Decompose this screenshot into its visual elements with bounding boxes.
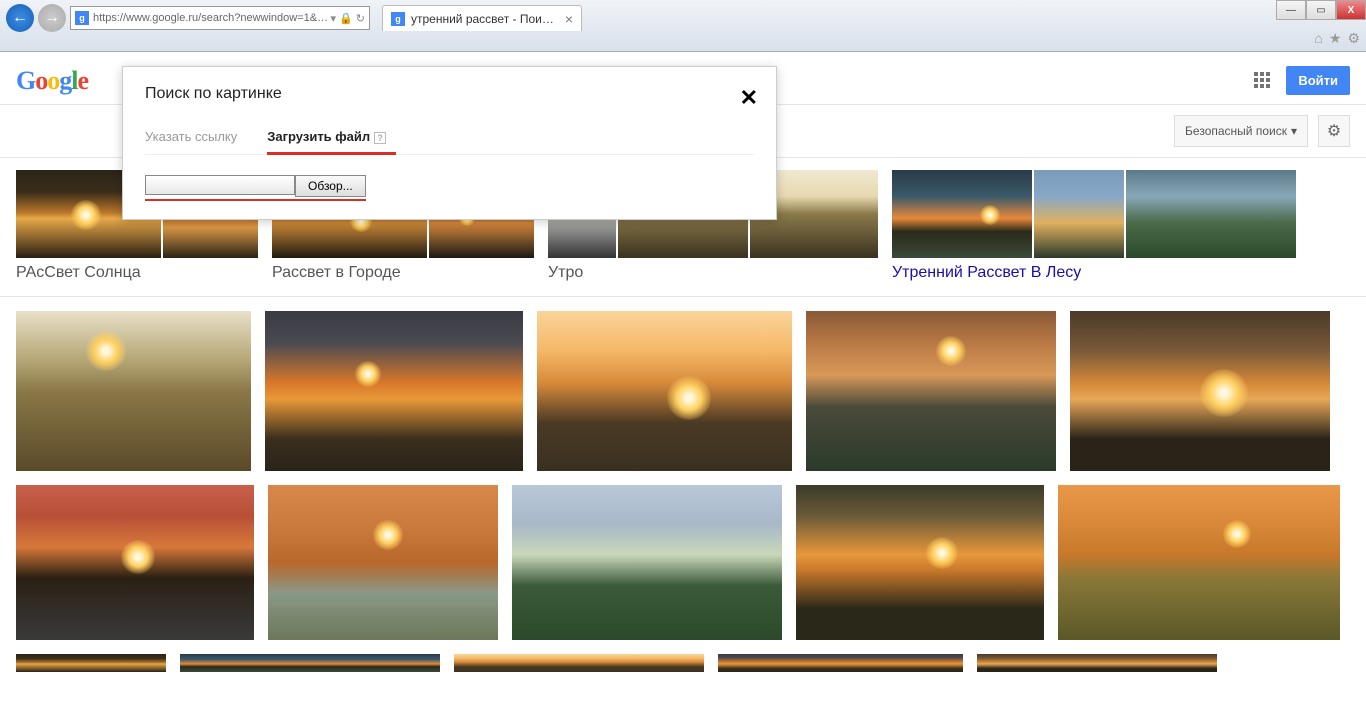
related-label[interactable]: РАсСвет Солнца xyxy=(16,264,258,282)
image-result[interactable] xyxy=(16,654,166,672)
settings-gear-button[interactable]: ⚙ xyxy=(1318,115,1350,147)
browser-chrome: — ▭ X ← → g https://www.google.ru/search… xyxy=(0,0,1366,52)
minimize-label: — xyxy=(1286,5,1296,16)
image-result[interactable] xyxy=(265,311,523,471)
browser-tab[interactable]: g утренний рассвет - Поиск ... × xyxy=(382,5,582,31)
related-label[interactable]: Утренний Рассвет В Лесу xyxy=(892,264,1296,282)
logo-letter: o xyxy=(35,66,47,95)
window-close-button[interactable]: X xyxy=(1336,0,1366,20)
related-label[interactable]: Утро xyxy=(548,264,878,282)
browser-toolbar-icons: ⌂ ★ ⚙ xyxy=(1314,30,1360,47)
image-results-grid-3 xyxy=(0,654,1366,672)
image-result[interactable] xyxy=(1058,485,1340,640)
image-result[interactable] xyxy=(718,654,963,672)
related-label[interactable]: Рассвет в Городе xyxy=(272,264,534,282)
star-icon[interactable]: ★ xyxy=(1329,30,1342,47)
image-result[interactable] xyxy=(512,485,782,640)
image-result[interactable] xyxy=(180,654,440,672)
logo-letter: e xyxy=(77,66,88,95)
tab-url-label: Указать ссылку xyxy=(145,129,237,144)
maximize-label: ▭ xyxy=(1316,5,1325,16)
dialog-close-button[interactable]: ✕ xyxy=(740,85,758,111)
favicon-icon: g xyxy=(75,11,89,25)
logo-letter: G xyxy=(16,66,35,95)
image-result[interactable] xyxy=(806,311,1056,471)
address-bar[interactable]: g https://www.google.ru/search?newwindow… xyxy=(70,6,370,30)
chevron-down-icon: ▾ xyxy=(1291,124,1297,138)
home-icon[interactable]: ⌂ xyxy=(1314,30,1322,47)
address-url: https://www.google.ru/search?newwindow=1… xyxy=(93,12,330,24)
image-result[interactable] xyxy=(16,485,254,640)
related-thumb[interactable] xyxy=(1126,170,1296,258)
safe-search-label: Безопасный поиск xyxy=(1185,124,1287,138)
tab-favicon-icon: g xyxy=(391,12,405,26)
tab-upload-label: Загрузить файл xyxy=(267,129,370,144)
help-icon[interactable]: ? xyxy=(374,132,386,144)
nav-forward-button[interactable]: → xyxy=(38,4,66,32)
image-result[interactable] xyxy=(1070,311,1330,471)
image-result[interactable] xyxy=(16,311,251,471)
tab-title: утренний рассвет - Поиск ... xyxy=(411,12,559,26)
safe-search-dropdown[interactable]: Безопасный поиск ▾ xyxy=(1174,115,1308,147)
signin-button[interactable]: Войти xyxy=(1286,66,1350,95)
related-thumb[interactable] xyxy=(1034,170,1124,258)
image-result[interactable] xyxy=(796,485,1044,640)
file-path-input[interactable] xyxy=(145,175,295,195)
window-maximize-button[interactable]: ▭ xyxy=(1306,0,1336,20)
dialog-tab-url[interactable]: Указать ссылку xyxy=(145,123,237,154)
close-label: X xyxy=(1348,5,1355,16)
window-minimize-button[interactable]: — xyxy=(1276,0,1306,20)
dialog-tab-upload[interactable]: Загрузить файл? xyxy=(267,123,386,154)
nav-back-button[interactable]: ← xyxy=(6,4,34,32)
image-result[interactable] xyxy=(268,485,498,640)
image-result[interactable] xyxy=(537,311,792,471)
tab-close-icon[interactable]: × xyxy=(565,11,573,27)
related-thumb[interactable] xyxy=(892,170,1032,258)
search-by-image-dialog: Поиск по картинке ✕ Указать ссылку Загру… xyxy=(122,66,777,220)
image-result[interactable] xyxy=(454,654,704,672)
logo-letter: g xyxy=(59,66,71,95)
apps-grid-icon[interactable] xyxy=(1254,72,1272,90)
gear-icon[interactable]: ⚙ xyxy=(1347,30,1360,47)
image-results-grid-2 xyxy=(0,485,1366,654)
logo-letter: o xyxy=(47,66,59,95)
image-results-grid xyxy=(0,297,1366,485)
dialog-title: Поиск по картинке xyxy=(145,85,754,103)
address-icons: ▾ 🔒 ↻ xyxy=(330,12,365,25)
browse-button[interactable]: Обзор... xyxy=(295,175,366,197)
image-result[interactable] xyxy=(977,654,1217,672)
related-group: Утренний Рассвет В Лесу xyxy=(892,170,1296,282)
google-logo[interactable]: Google xyxy=(16,66,88,96)
